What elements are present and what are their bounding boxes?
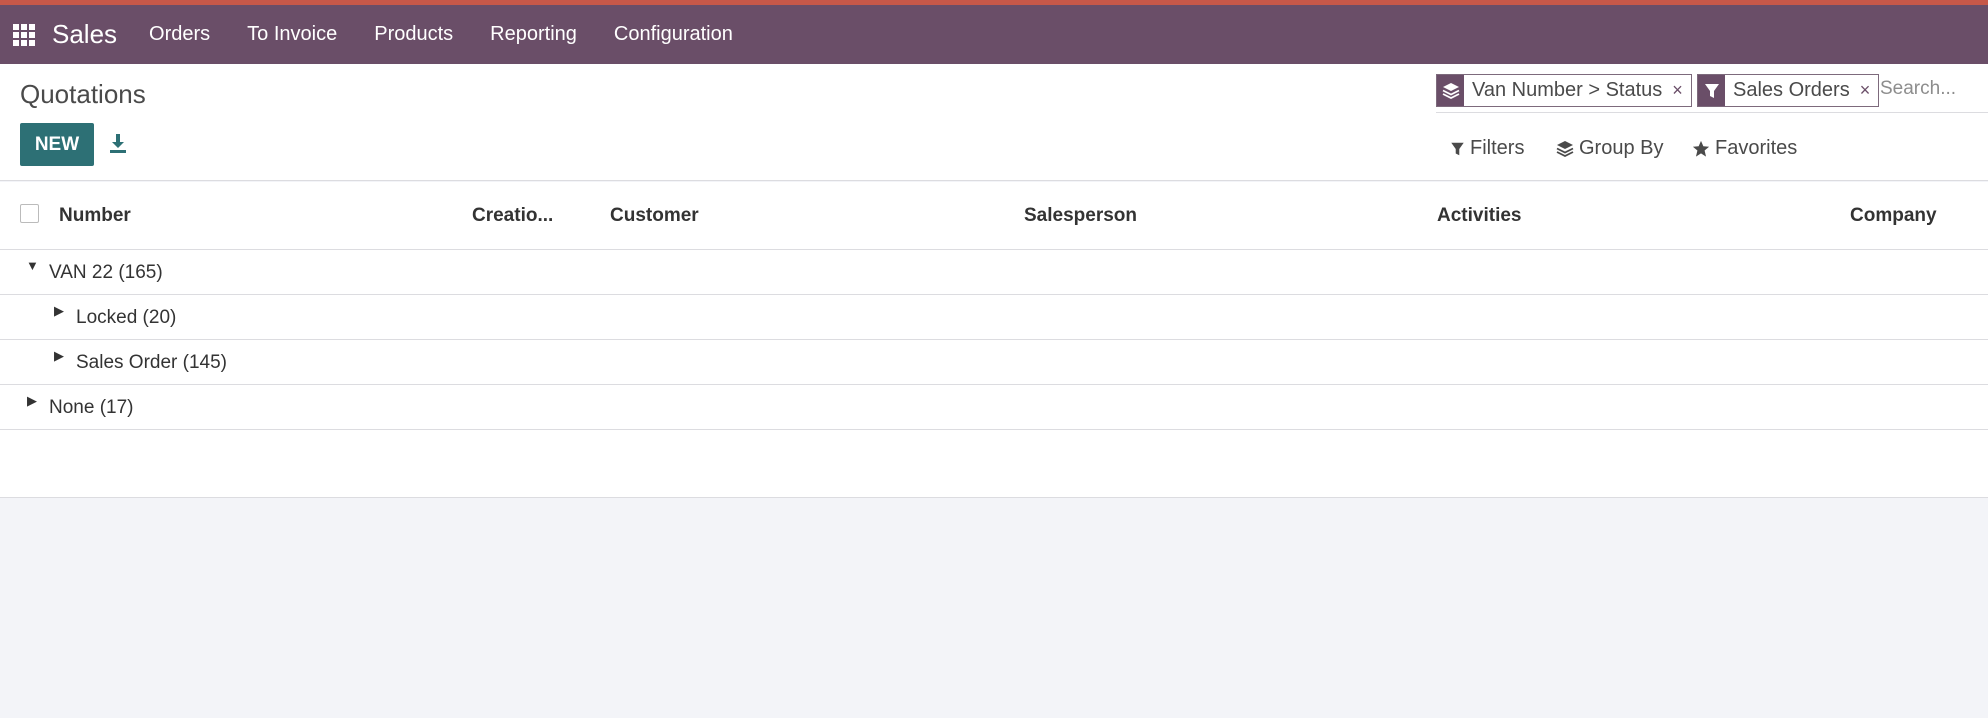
group-row-none[interactable]: ▶ None (17) (0, 385, 1988, 430)
caret-down-icon: ▼ (26, 258, 39, 273)
apps-menu-icon[interactable] (0, 5, 48, 64)
column-number[interactable]: Number (59, 205, 131, 227)
filter-icon (1451, 142, 1464, 155)
app-name[interactable]: Sales (52, 19, 117, 50)
close-icon[interactable]: × (1860, 80, 1879, 101)
column-activities[interactable]: Activities (1437, 205, 1521, 227)
group-label: Locked (20) (76, 307, 177, 328)
select-all-checkbox[interactable] (20, 204, 39, 223)
top-navbar: Sales Orders To Invoice Products Reporti… (0, 0, 1988, 64)
layers-icon (1556, 140, 1574, 157)
table-header: Number Creatio... Customer Salesperson A… (0, 182, 1988, 250)
search-facet-groupby[interactable]: Van Number > Status × (1436, 74, 1692, 107)
filters-label: Filters (1470, 137, 1525, 159)
control-panel: Quotations NEW Van Number > Status × Sal… (0, 64, 1988, 181)
close-icon[interactable]: × (1672, 80, 1691, 101)
search-input[interactable]: Search... (1880, 78, 1956, 100)
column-customer[interactable]: Customer (610, 205, 699, 227)
menu-to-invoice[interactable]: To Invoice (247, 23, 337, 46)
star-icon (1692, 140, 1710, 157)
groupby-label: Group By (1579, 137, 1664, 159)
search-underline (1436, 112, 1988, 113)
group-label: None (17) (49, 397, 134, 418)
column-company[interactable]: Company (1850, 205, 1937, 227)
groupby-button[interactable]: Group By (1556, 137, 1663, 160)
group-row-sales-order[interactable]: ▶ Sales Order (145) (0, 340, 1988, 385)
favorites-button[interactable]: Favorites (1692, 137, 1797, 160)
group-label: Sales Order (145) (76, 352, 228, 373)
menu-configuration[interactable]: Configuration (614, 23, 733, 46)
caret-right-icon: ▶ (54, 303, 64, 318)
filter-icon (1698, 75, 1725, 106)
new-button[interactable]: NEW (20, 123, 94, 166)
facet-label: Sales Orders (1733, 79, 1850, 101)
search-facet-filter[interactable]: Sales Orders × (1697, 74, 1880, 107)
download-icon[interactable] (106, 131, 130, 155)
menu-products[interactable]: Products (374, 23, 453, 46)
column-salesperson[interactable]: Salesperson (1024, 205, 1137, 227)
group-row-van-22[interactable]: ▼ VAN 22 (165) (0, 250, 1988, 295)
column-creation-date[interactable]: Creatio... (472, 205, 553, 227)
menu-reporting[interactable]: Reporting (490, 23, 577, 46)
layers-icon (1437, 75, 1464, 106)
list-view: Number Creatio... Customer Salesperson A… (0, 182, 1988, 498)
page-title: Quotations (20, 79, 146, 109)
menu-orders[interactable]: Orders (149, 23, 210, 46)
group-row-locked[interactable]: ▶ Locked (20) (0, 295, 1988, 340)
facet-label: Van Number > Status (1472, 79, 1663, 101)
group-label: VAN 22 (165) (49, 262, 163, 283)
filters-button[interactable]: Filters (1450, 137, 1524, 160)
caret-right-icon: ▶ (27, 393, 37, 408)
caret-right-icon: ▶ (54, 348, 64, 363)
favorites-label: Favorites (1715, 137, 1798, 159)
